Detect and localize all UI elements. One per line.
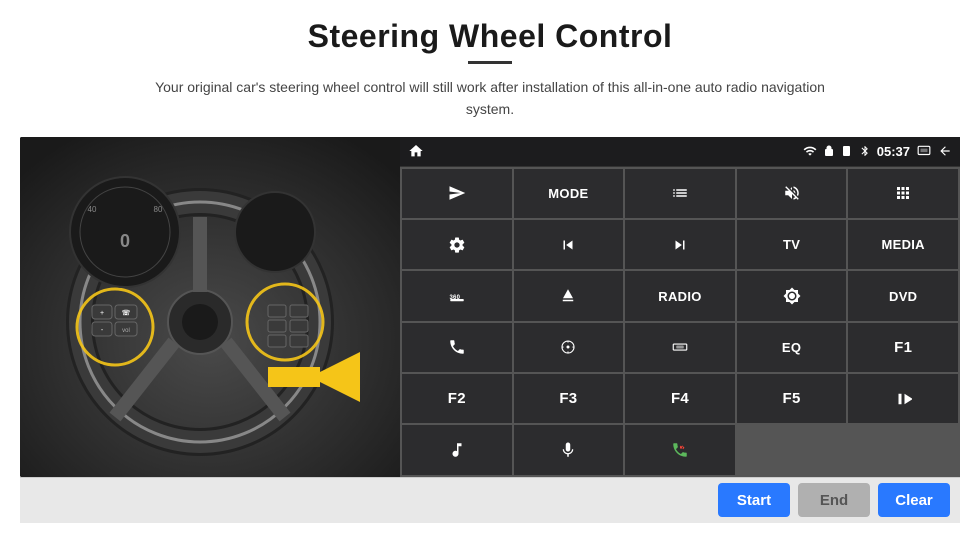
btn-f5[interactable]: F5: [737, 374, 847, 423]
btn-apps[interactable]: [848, 169, 958, 218]
page-title: Steering Wheel Control: [308, 18, 673, 55]
btn-list[interactable]: [625, 169, 735, 218]
btn-f1[interactable]: F1: [848, 323, 958, 372]
content-area: + - ☏ vol 0 40: [20, 137, 960, 477]
title-divider: [468, 61, 512, 64]
action-bar: Start End Clear: [20, 477, 960, 523]
status-bar: 05:37: [400, 137, 960, 167]
sd-icon: [841, 145, 853, 157]
svg-text:40: 40: [88, 205, 97, 214]
svg-text:0: 0: [120, 231, 130, 251]
status-left-icons: [408, 143, 424, 159]
btn-brightness[interactable]: [737, 271, 847, 320]
btn-f3[interactable]: F3: [514, 374, 624, 423]
btn-answer[interactable]: [625, 425, 735, 474]
btn-phone[interactable]: [402, 323, 512, 372]
page-subtitle: Your original car's steering wheel contr…: [130, 76, 850, 121]
back-icon: [938, 144, 952, 158]
btn-media[interactable]: MEDIA: [848, 220, 958, 269]
wifi-icon: [803, 144, 817, 158]
btn-tv[interactable]: TV: [737, 220, 847, 269]
button-grid: MODE TV: [400, 167, 960, 477]
btn-prev[interactable]: [514, 220, 624, 269]
btn-eq[interactable]: EQ: [737, 323, 847, 372]
btn-radio[interactable]: RADIO: [625, 271, 735, 320]
btn-360[interactable]: 360: [402, 271, 512, 320]
bluetooth-icon: [859, 145, 871, 157]
lock-icon: [823, 145, 835, 157]
start-button[interactable]: Start: [718, 483, 790, 517]
page-wrapper: Steering Wheel Control Your original car…: [0, 0, 980, 544]
btn-panel[interactable]: [625, 323, 735, 372]
svg-text:+: +: [100, 310, 104, 317]
btn-send[interactable]: [402, 169, 512, 218]
btn-f4[interactable]: F4: [625, 374, 735, 423]
end-button[interactable]: End: [798, 483, 870, 517]
time-display: 05:37: [877, 144, 910, 159]
btn-navi[interactable]: [514, 323, 624, 372]
svg-text:80: 80: [154, 205, 163, 214]
btn-next[interactable]: [625, 220, 735, 269]
status-right-icons: 05:37: [803, 144, 952, 159]
btn-mode[interactable]: MODE: [514, 169, 624, 218]
svg-text:vol: vol: [122, 328, 130, 334]
clear-button[interactable]: Clear: [878, 483, 950, 517]
btn-dvd[interactable]: DVD: [848, 271, 958, 320]
btn-music[interactable]: [402, 425, 512, 474]
btn-mic[interactable]: [514, 425, 624, 474]
btn-playpause[interactable]: [848, 374, 958, 423]
btn-eject[interactable]: [514, 271, 624, 320]
btn-f2[interactable]: F2: [402, 374, 512, 423]
home-icon: [408, 143, 424, 159]
control-panel: 05:37 MODE: [400, 137, 960, 477]
btn-settings[interactable]: [402, 220, 512, 269]
btn-mute[interactable]: [737, 169, 847, 218]
svg-text:☏: ☏: [122, 309, 131, 317]
steering-wheel-image: + - ☏ vol 0 40: [20, 137, 400, 477]
mirror-icon: [916, 144, 932, 158]
